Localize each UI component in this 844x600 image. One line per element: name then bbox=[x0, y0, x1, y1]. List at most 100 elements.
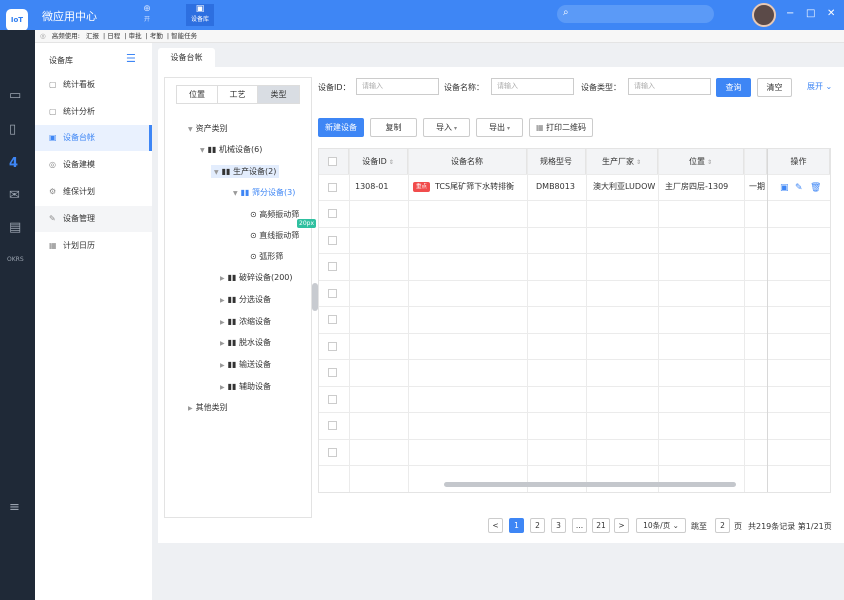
tree-node-arc[interactable]: ⊙ 弧形筛 bbox=[250, 251, 283, 262]
device-name-input[interactable]: 请输入 bbox=[491, 78, 574, 95]
print-qr-label: 打印二维码 bbox=[546, 123, 587, 132]
document-icon[interactable]: ▯ bbox=[9, 122, 16, 137]
tree-node-other[interactable]: ▶ 其他类别 bbox=[188, 402, 228, 413]
sidebar-item-maintenance[interactable]: ⚙ 维保计划 bbox=[35, 179, 152, 205]
minimize-icon[interactable]: − bbox=[786, 8, 794, 19]
menu-toggle-icon[interactable]: ☰ bbox=[126, 52, 136, 65]
view-icon[interactable]: ▣ bbox=[780, 183, 789, 193]
tab-type[interactable]: 类型 bbox=[258, 86, 299, 103]
export-button[interactable]: 导出 ▾ bbox=[476, 118, 523, 137]
global-search-input[interactable]: ⌕ bbox=[557, 5, 714, 23]
device-type-input[interactable]: 请输入 bbox=[628, 78, 711, 95]
top-device-library[interactable]: ▣ 设备库 bbox=[186, 4, 214, 26]
folder-icon[interactable]: ▤ bbox=[9, 220, 21, 235]
main-panel: 位置 工艺 类型 ▼ 资产类别 ▼ ▮▮ 机械设备(6) ▼ ▮▮ 生产设备(2) ▼… bbox=[158, 67, 844, 543]
tab-process[interactable]: 工艺 bbox=[217, 86, 258, 103]
delete-icon[interactable]: 🗑 bbox=[810, 183, 821, 193]
tree-node-convey[interactable]: ▶ ▮▮ 输送设备 bbox=[220, 359, 271, 370]
row-divider bbox=[319, 253, 830, 254]
tree-node-hf[interactable]: ⊙ 高频振动筛 bbox=[250, 209, 299, 220]
page-button[interactable]: 3 bbox=[551, 518, 566, 533]
page-button[interactable]: 1 bbox=[509, 518, 524, 533]
row-checkbox[interactable] bbox=[328, 395, 337, 404]
app-logo[interactable]: IoT bbox=[6, 9, 28, 31]
tree-node-sorting[interactable]: ▶ ▮▮ 分选设备 bbox=[220, 294, 271, 305]
chat-icon[interactable]: ▭ bbox=[9, 88, 21, 103]
row-checkbox[interactable] bbox=[328, 342, 337, 351]
row-checkbox[interactable] bbox=[328, 262, 337, 271]
mail-icon[interactable]: ✉ bbox=[9, 188, 20, 203]
quick-access-icon: ◎ bbox=[40, 32, 46, 40]
column-header-name: 设备名称 bbox=[408, 149, 527, 174]
tab-device-ledger[interactable]: 设备台帐 bbox=[158, 48, 215, 67]
okr-logo-icon[interactable]: 4 bbox=[9, 156, 18, 171]
row-checkbox[interactable] bbox=[328, 183, 337, 192]
sidebar-item-dashboard[interactable]: ▢ 统计看板 bbox=[35, 72, 152, 98]
sidebar-item-ledger[interactable]: ▣ 设备台帐 bbox=[35, 125, 152, 151]
new-device-button[interactable]: 新建设备 bbox=[318, 118, 364, 137]
sidebar-item-analysis[interactable]: ▢ 统计分析 bbox=[35, 99, 152, 125]
clear-button[interactable]: 清空 bbox=[757, 78, 792, 97]
page-ellipsis[interactable]: ... bbox=[572, 518, 587, 533]
row-checkbox[interactable] bbox=[328, 289, 337, 298]
column-header-maker[interactable]: 生产厂家 ⇕ bbox=[586, 149, 658, 174]
select-all-checkbox[interactable] bbox=[328, 157, 337, 166]
print-qr-button[interactable]: ▦ 打印二维码 bbox=[529, 118, 593, 137]
row-checkbox[interactable] bbox=[328, 236, 337, 245]
cell-device-name[interactable]: 重点 TCS尾矿筛下水转排衡 bbox=[413, 174, 514, 200]
query-button[interactable]: 查询 bbox=[716, 78, 751, 97]
page-button[interactable]: 21 bbox=[592, 518, 610, 533]
sidebar-item-management[interactable]: ✎ 设备管理 bbox=[35, 206, 152, 232]
sidebar-item-calendar[interactable]: ▦ 计划日历 bbox=[35, 233, 152, 259]
menu-icon[interactable]: ≡ bbox=[9, 500, 20, 515]
tree-node-prod[interactable]: ▼ ▮▮ 生产设备(2) bbox=[211, 165, 280, 178]
sidebar-item-modeling[interactable]: ◎ 设备建模 bbox=[35, 152, 152, 178]
tree-node-asset[interactable]: ▼ 资产类别 bbox=[188, 123, 228, 134]
row-checkbox[interactable] bbox=[328, 209, 337, 218]
edit-icon[interactable]: ✎ bbox=[795, 183, 803, 193]
row-checkbox[interactable] bbox=[328, 421, 337, 430]
quick-access-prefix: 高频使用: bbox=[51, 32, 80, 40]
import-button[interactable]: 导入 ▾ bbox=[423, 118, 470, 137]
quick-item[interactable]: 汇报 bbox=[86, 32, 99, 40]
sort-icon[interactable]: ⇕ bbox=[387, 159, 394, 166]
column-header-id[interactable]: 设备ID ⇕ bbox=[349, 149, 408, 174]
column-header-location[interactable]: 位置 ⇕ bbox=[658, 149, 744, 174]
tree-node-screen[interactable]: ▼ ▮▮ 筛分设备(3) bbox=[233, 187, 295, 198]
caret-down-icon: ▼ bbox=[200, 147, 205, 154]
tree-node-linear[interactable]: ⊙ 直线振动筛 bbox=[250, 230, 299, 241]
expand-link[interactable]: 展开 ⌄ bbox=[807, 81, 832, 92]
horizontal-scrollbar[interactable] bbox=[444, 482, 736, 487]
row-checkbox[interactable] bbox=[328, 315, 337, 324]
top-app-label: 开 bbox=[143, 16, 150, 23]
tree-node-mech[interactable]: ▼ ▮▮ 机械设备(6) bbox=[200, 144, 262, 155]
priority-badge: 重点 bbox=[413, 181, 431, 192]
tree-node-aux[interactable]: ▶ ▮▮ 辅助设备 bbox=[220, 381, 271, 392]
row-checkbox[interactable] bbox=[328, 448, 337, 457]
tree-node-thicken[interactable]: ▶ ▮▮ 浓缩设备 bbox=[220, 316, 271, 327]
jump-page-input[interactable]: 2 bbox=[715, 518, 730, 533]
tab-location[interactable]: 位置 bbox=[177, 86, 217, 103]
quick-item[interactable]: 审批 bbox=[129, 32, 142, 40]
prev-page-button[interactable]: < bbox=[488, 518, 503, 533]
sidebar-item-label: 统计看板 bbox=[63, 80, 95, 89]
maximize-icon[interactable]: □ bbox=[806, 8, 815, 19]
device-id-input[interactable]: 请输入 bbox=[356, 78, 439, 95]
quick-item[interactable]: 智能任务 bbox=[171, 32, 197, 40]
sort-icon[interactable]: ⇕ bbox=[634, 159, 641, 166]
sort-icon[interactable]: ⇕ bbox=[705, 159, 712, 166]
avatar[interactable] bbox=[752, 3, 776, 27]
quick-item[interactable]: 日程 bbox=[107, 32, 120, 40]
tree-node-dewater[interactable]: ▶ ▮▮ 脱水设备 bbox=[220, 337, 271, 348]
top-app-icon[interactable]: ⊕ 开 bbox=[135, 4, 159, 23]
page-button[interactable]: 2 bbox=[530, 518, 545, 533]
close-icon[interactable]: ✕ bbox=[827, 8, 835, 19]
okrs-label[interactable]: OKRS bbox=[7, 256, 24, 263]
row-checkbox[interactable] bbox=[328, 368, 337, 377]
next-page-button[interactable]: > bbox=[614, 518, 629, 533]
copy-button[interactable]: 复制 bbox=[370, 118, 417, 137]
quick-item[interactable]: 考勤 bbox=[150, 32, 163, 40]
page-size-select[interactable]: 10条/页 ⌄ bbox=[636, 518, 686, 533]
tree-node-crush[interactable]: ▶ ▮▮ 破碎设备(200) bbox=[220, 272, 293, 283]
sidebar-item-label: 设备建模 bbox=[63, 160, 95, 169]
